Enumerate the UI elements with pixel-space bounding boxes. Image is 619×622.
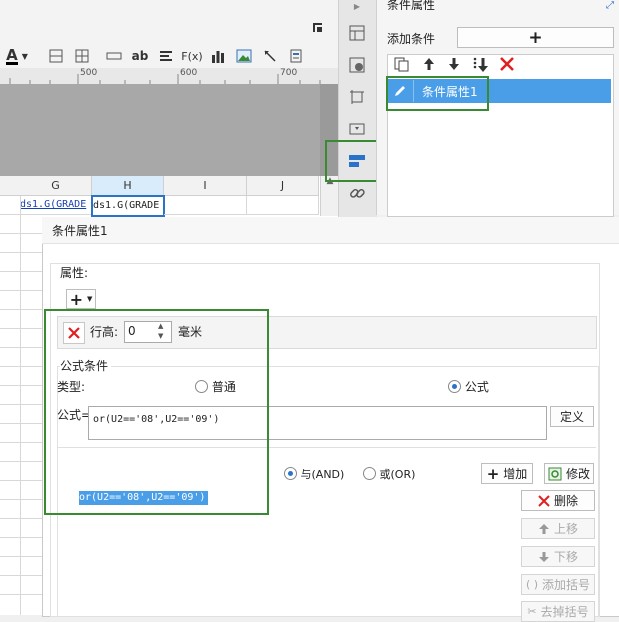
copy-icon[interactable]: [393, 56, 409, 75]
arrow-down-icon: [538, 551, 549, 562]
add-condition-label: 添加条件: [387, 32, 436, 46]
condition-attribute-tab-icon[interactable]: [346, 150, 368, 172]
radio-selected-icon: [448, 380, 461, 393]
radio-icon: [363, 467, 376, 480]
modify-button[interactable]: 修改: [544, 463, 594, 484]
border-icon[interactable]: [46, 45, 66, 67]
align-icon[interactable]: [156, 45, 176, 67]
toolbar: A ▼ ab F(x): [0, 0, 338, 73]
column-header-i[interactable]: I: [164, 176, 247, 196]
add-condition-button[interactable]: +: [457, 27, 614, 48]
widget-tab-icon[interactable]: [346, 86, 368, 108]
chart-icon[interactable]: [208, 45, 228, 67]
delete-button[interactable]: 删除: [521, 490, 595, 511]
attributes-label: 属性:: [60, 266, 89, 280]
image-icon[interactable]: [234, 45, 254, 67]
design-canvas-inner: [0, 84, 320, 176]
slash-icon[interactable]: [260, 45, 280, 67]
move-down-button[interactable]: 下移: [521, 546, 595, 567]
ruler: 500 600 700: [0, 68, 338, 85]
ruler-tick-label: 500: [80, 68, 98, 78]
panel-title: 条件属性: [387, 0, 436, 10]
font-color-button[interactable]: A ▼: [2, 45, 32, 67]
move-bottom-icon[interactable]: [472, 56, 490, 77]
modify-icon: [548, 467, 562, 480]
column-header-j[interactable]: J: [247, 176, 319, 196]
column-header-g[interactable]: G: [20, 176, 92, 196]
dropdown-tab-icon[interactable]: [346, 118, 368, 140]
highlight-box: [44, 309, 269, 515]
table-icon[interactable]: [72, 45, 92, 67]
cell-g1[interactable]: ds1.G(GRADE: [20, 196, 92, 215]
define-button[interactable]: 定义: [550, 406, 594, 427]
plus-icon: +: [486, 464, 500, 483]
delete-icon[interactable]: [499, 56, 515, 75]
add-bracket-button[interactable]: ( ) 添加括号: [521, 574, 595, 595]
cell-j1[interactable]: [247, 196, 319, 215]
bracket-icon: ( ): [525, 578, 539, 591]
resize-icon[interactable]: ⤢: [606, 0, 614, 11]
scroll-up-button[interactable]: ▲: [320, 176, 339, 216]
text-button[interactable]: ab: [130, 45, 150, 67]
arrow-up-icon[interactable]: [422, 56, 436, 75]
arrow-right-icon[interactable]: ▶: [346, 0, 368, 12]
radio-selected-icon: [284, 467, 297, 480]
expand-icon[interactable]: [312, 22, 324, 37]
type-formula-radio[interactable]: 公式: [448, 378, 489, 395]
move-up-button[interactable]: 上移: [521, 518, 595, 539]
ruler-tick-label: 700: [280, 68, 298, 78]
highlight-box: [386, 76, 489, 111]
and-radio[interactable]: 与(AND): [284, 466, 344, 482]
remove-bracket-button[interactable]: ✂ 去掉括号: [521, 601, 595, 622]
cell-h1-selected[interactable]: ds1.G(GRADE: [91, 195, 165, 217]
hyperlink-tab-icon[interactable]: [346, 182, 368, 204]
arrow-up-icon: [538, 523, 549, 534]
grid-divider: [20, 196, 21, 615]
grid-corner: [0, 176, 20, 196]
chevron-down-icon: ▼: [87, 295, 93, 303]
form-icon[interactable]: [286, 45, 306, 67]
column-header-h[interactable]: H: [92, 176, 164, 196]
add-attribute-button[interactable]: + ▼: [66, 289, 96, 309]
delete-icon: [538, 494, 550, 507]
cell-attribute-tab-icon[interactable]: [346, 54, 368, 76]
ruler-tick-label: 600: [180, 68, 198, 78]
or-radio[interactable]: 或(OR): [363, 466, 415, 482]
formula-button[interactable]: F(x): [180, 45, 204, 67]
chevron-down-icon: ▼: [21, 51, 28, 61]
arrow-down-icon[interactable]: [447, 56, 461, 75]
cell-element-tab-icon[interactable]: [346, 22, 368, 44]
add-button[interactable]: + 增加: [481, 463, 533, 484]
cell-i1[interactable]: [164, 196, 247, 215]
dialog-title: 条件属性1: [42, 217, 619, 244]
remove-bracket-icon: ✂: [527, 605, 537, 618]
input-icon[interactable]: [104, 45, 124, 67]
